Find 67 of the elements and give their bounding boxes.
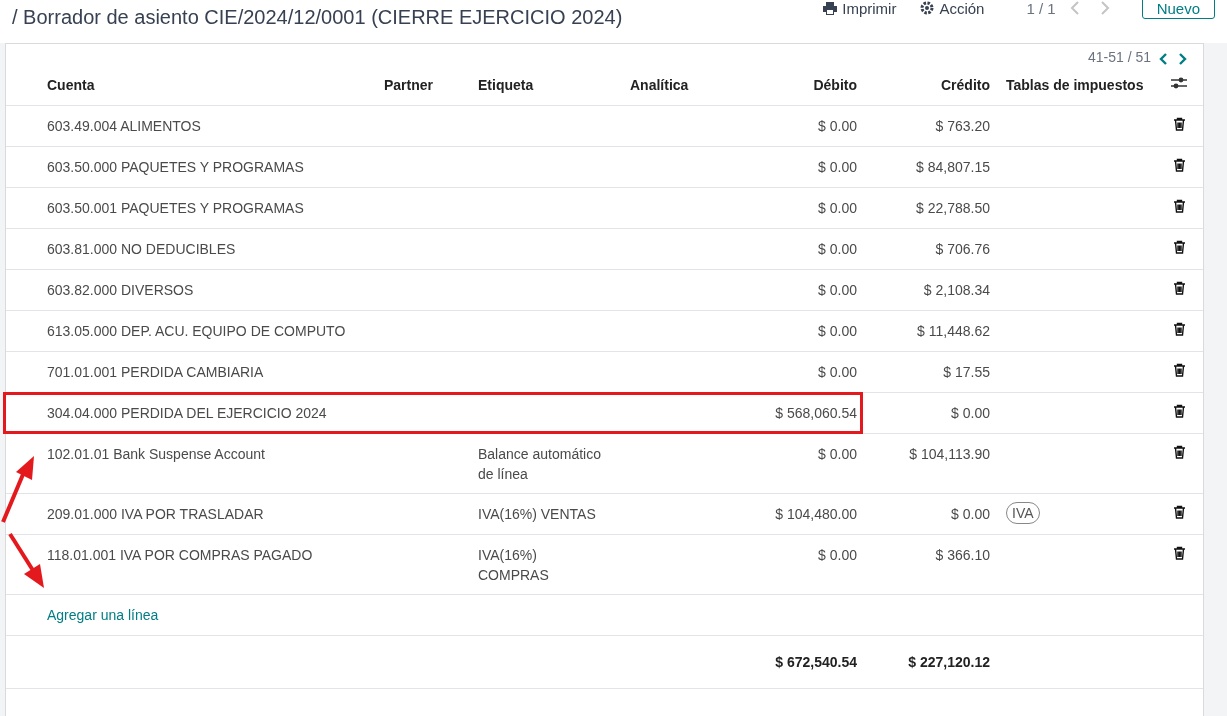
debit-cell-text: $ 0.00 [817, 117, 858, 136]
credit-cell-text: $ 2,108.34 [922, 281, 991, 300]
column-header[interactable]: Partner [376, 65, 470, 105]
credit-cell-text: $ 17.55 [942, 363, 991, 382]
column-header[interactable]: Débito [701, 65, 865, 105]
debit-cell-text: $ 568,060.54 [774, 404, 858, 423]
credit-total: $ 227,120.12 [907, 653, 991, 672]
account-cell-text: 613.05.000 DEP. ACU. EQUIPO DE COMPUTO [46, 322, 347, 341]
trash-icon[interactable] [1173, 322, 1186, 336]
column-header[interactable]: Analítica [622, 65, 701, 105]
trash-icon[interactable] [1173, 158, 1186, 172]
column-header[interactable]: Crédito [865, 65, 998, 105]
trash-icon[interactable] [1173, 117, 1186, 131]
trash-icon[interactable] [1173, 240, 1186, 254]
debit-cell-text: $ 0.00 [817, 199, 858, 218]
trash-icon[interactable] [1173, 404, 1186, 418]
account-cell-text: 209.01.000 IVA POR TRASLADAR [46, 505, 265, 524]
debit-cell-text: $ 0.00 [817, 445, 858, 464]
account-cell-text: 603.82.000 DIVERSOS [46, 281, 195, 300]
next-page-button[interactable] [1176, 53, 1189, 65]
credit-cell-text: $ 84,807.15 [915, 158, 991, 177]
account-cell-text: 603.50.001 PAQUETES Y PROGRAMAS [46, 199, 305, 218]
print-button[interactable]: Imprimir [815, 0, 905, 17]
trash-icon[interactable] [1173, 505, 1186, 519]
credit-cell-text: $ 104,113.90 [908, 445, 991, 464]
credit-cell-text: $ 22,788.50 [915, 199, 991, 218]
previous-page-button[interactable] [1157, 53, 1170, 65]
trash-icon[interactable] [1173, 363, 1186, 377]
column-header[interactable]: Cuenta [39, 65, 376, 105]
account-cell-text: 118.01.001 IVA POR COMPRAS PAGADO [46, 546, 314, 565]
credit-cell-text: $ 366.10 [934, 546, 991, 565]
trash-icon[interactable] [1173, 281, 1186, 295]
credit-cell-text: $ 0.00 [950, 404, 991, 423]
trash-icon[interactable] [1173, 199, 1186, 213]
action-button[interactable]: Acción [912, 0, 993, 17]
label-cell: Balance automático de línea [478, 446, 601, 482]
label-cell: IVA(16%) COMPRAS [478, 547, 549, 583]
new-button[interactable]: Nuevo [1141, 0, 1215, 19]
credit-cell-text: $ 763.20 [934, 117, 991, 136]
record-pager: 1 / 1 [1026, 0, 1056, 17]
trash-icon[interactable] [1173, 445, 1186, 459]
credit-cell-text: $ 706.76 [934, 240, 991, 259]
debit-total: $ 672,540.54 [774, 653, 858, 672]
column-header[interactable]: Tablas de impuestos [998, 65, 1163, 105]
label-cell: IVA(16%) VENTAS [478, 506, 596, 522]
column-header[interactable]: Etiqueta [470, 65, 622, 105]
credit-cell-text: $ 11,448.62 [916, 322, 991, 341]
account-cell-text: 304.04.000 PERDIDA DEL EJERCICIO 2024 [46, 404, 328, 423]
gear-icon [920, 1, 935, 15]
debit-cell-text: $ 0.00 [817, 546, 858, 565]
credit-cell-text: $ 0.00 [950, 505, 991, 524]
account-cell-text: 102.01.01 Bank Suspense Account [46, 445, 266, 464]
account-cell-text: 603.50.000 PAQUETES Y PROGRAMAS [46, 158, 305, 177]
account-cell-text: 603.49.004 ALIMENTOS [46, 117, 202, 136]
add-line-link[interactable]: Agregar una línea [47, 607, 159, 623]
breadcrumb-title: / Borrador de asiento CIE/2024/12/0001 (CIERRE EJERCICIO 2024) [12, 6, 623, 29]
debit-cell-text: $ 0.00 [817, 363, 858, 382]
trash-icon[interactable] [1173, 546, 1186, 560]
debit-cell-text: $ 0.00 [817, 281, 858, 300]
debit-cell-text: $ 104,480.00 [774, 505, 858, 524]
debit-cell-text: $ 0.00 [817, 322, 858, 341]
account-cell-text: 701.01.001 PERDIDA CAMBIARIA [46, 363, 265, 382]
debit-cell-text: $ 0.00 [817, 240, 858, 259]
debit-cell-text: $ 0.00 [817, 158, 858, 177]
lines-pager: 41-51 / 51 [1087, 49, 1151, 65]
column-settings-icon[interactable] [1171, 76, 1187, 90]
account-cell-text: 603.81.000 NO DEDUCIBLES [46, 240, 237, 259]
